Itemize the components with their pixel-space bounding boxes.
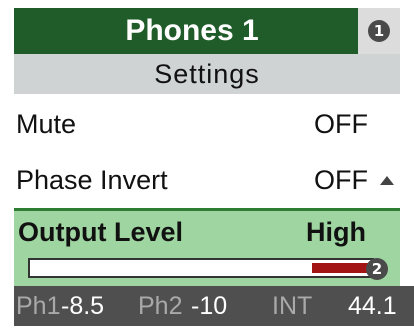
menu-row-output-level[interactable]: Output Level High 2 — [14, 208, 400, 286]
scroll-up-icon[interactable] — [380, 176, 394, 185]
menu-row-phase-invert[interactable]: Phase Invert OFF — [14, 152, 400, 208]
knob-2-badge: 2 — [366, 258, 388, 280]
sample-rate-value: 44.1 — [348, 292, 397, 320]
ph2-label: Ph2 — [138, 292, 183, 320]
header-badge-box: 1 — [358, 8, 400, 54]
knob-1-badge: 1 — [368, 20, 390, 42]
phase-invert-value: OFF — [314, 165, 368, 195]
screen-title: Phones 1 — [125, 14, 259, 47]
output-level-label: Output Level — [18, 217, 184, 247]
mute-label: Mute — [16, 109, 77, 139]
ph2-value: -10 — [191, 292, 228, 320]
output-level-meter[interactable] — [28, 258, 374, 278]
clock-source-label: INT — [272, 292, 313, 320]
ph1-label: Ph1 — [16, 292, 61, 320]
settings-subheader: Settings — [14, 54, 400, 94]
output-level-fill — [311, 263, 369, 273]
screen-header: Phones 1 1 — [14, 8, 400, 54]
phase-invert-label: Phase Invert — [16, 165, 168, 195]
mute-value: OFF — [314, 109, 368, 139]
status-bar: Ph1 -8.5 Ph2 -10 INT 44.1 — [14, 286, 414, 326]
output-level-value: High — [306, 217, 366, 247]
menu-row-mute[interactable]: Mute OFF — [14, 96, 400, 152]
phones-settings-screen: Phones 1 1 Settings Mute OFF Phase Inver… — [0, 0, 414, 329]
output-level-track — [33, 263, 369, 273]
ph1-value: -8.5 — [61, 292, 105, 320]
